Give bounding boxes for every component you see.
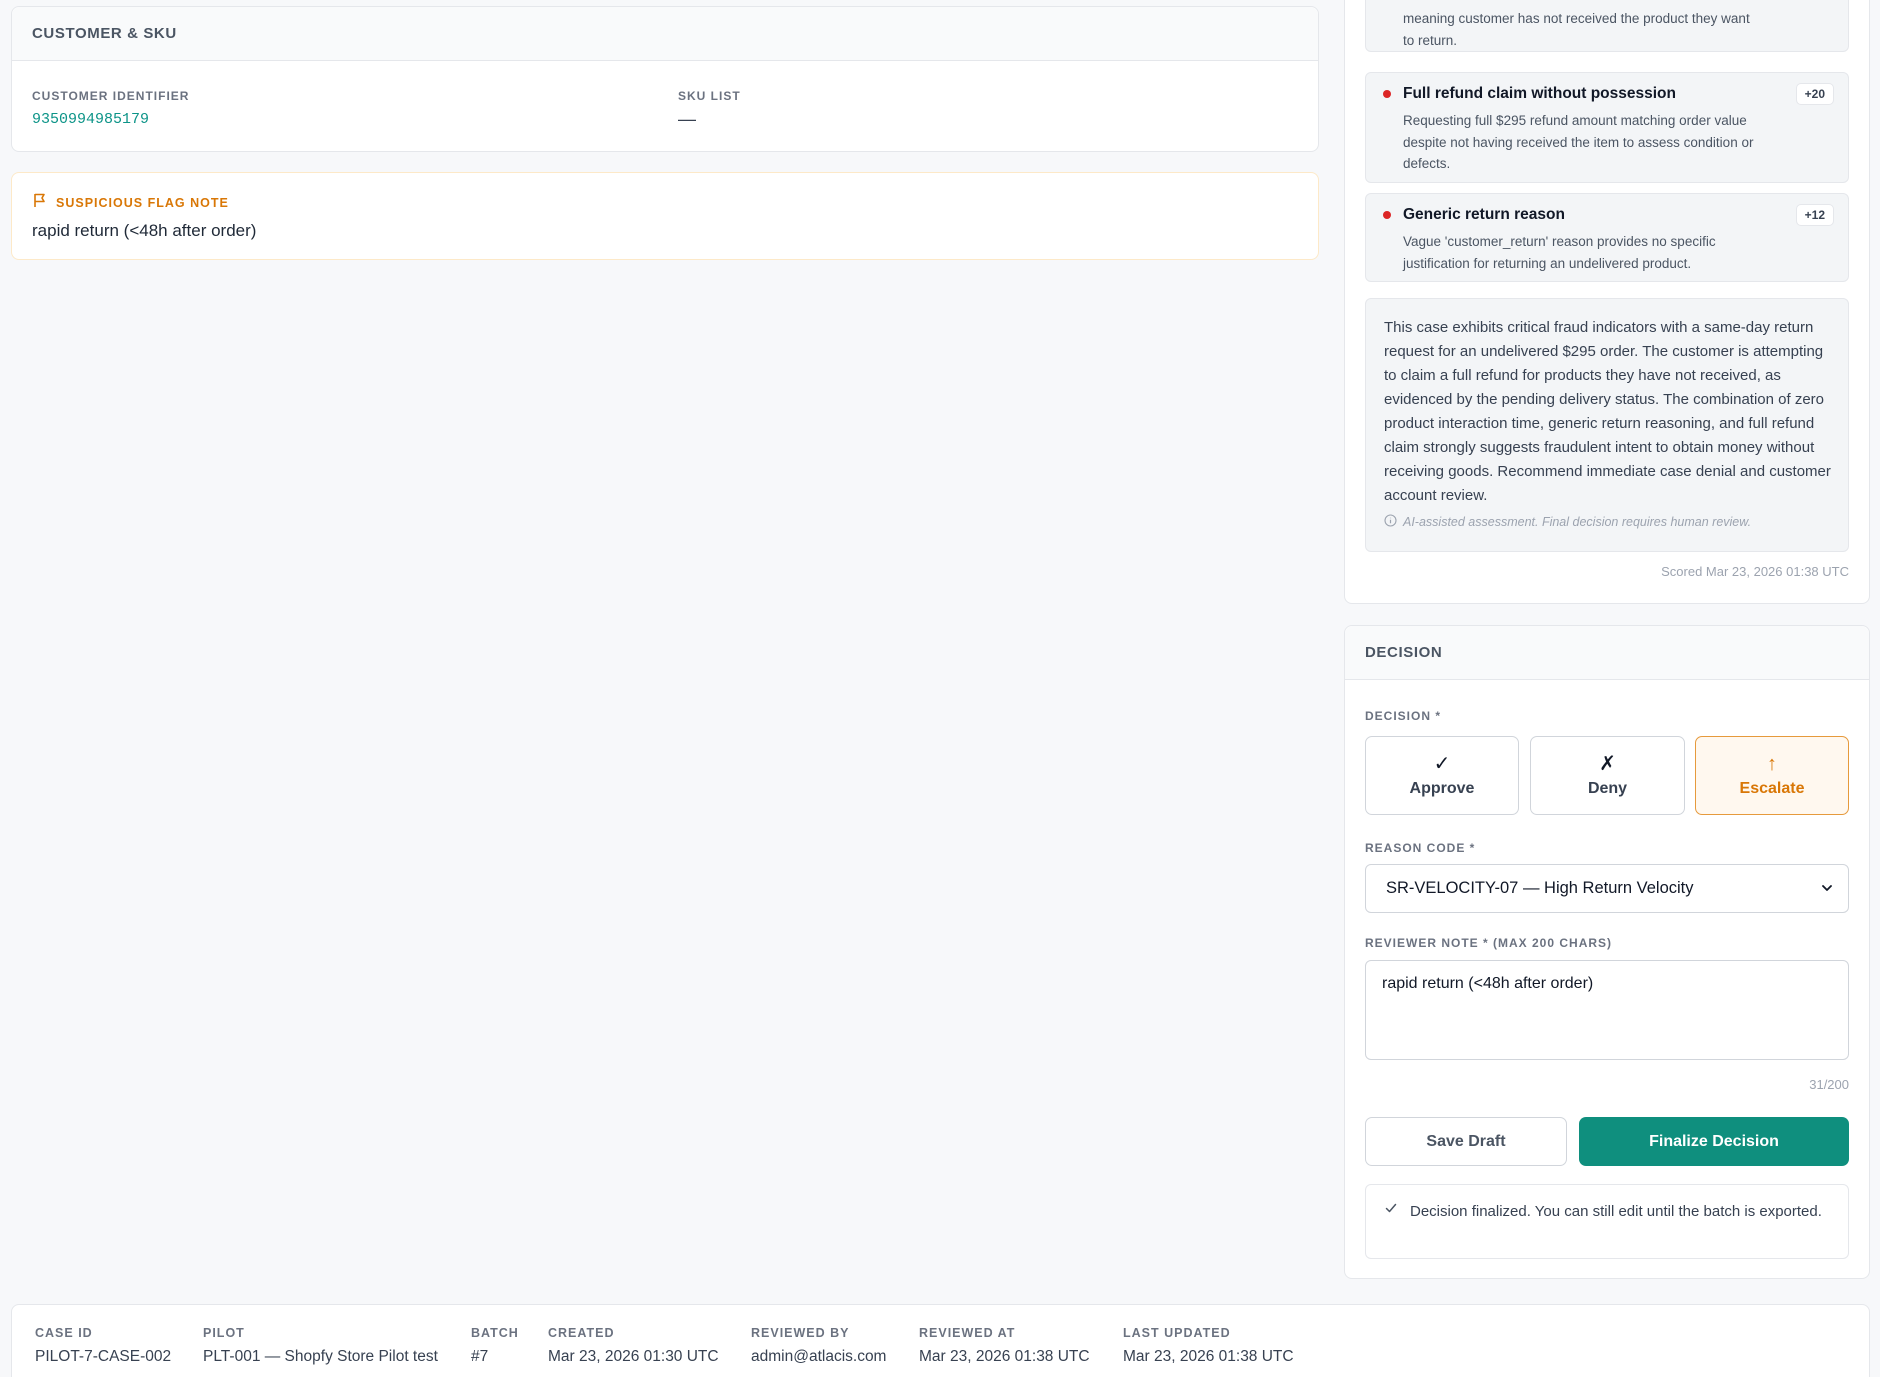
risk-factor-points: +12 [1795,204,1834,226]
customer-sku-card: CUSTOMER & SKU CUSTOMER IDENTIFIER 93509… [11,6,1319,152]
deny-button[interactable]: ✗ Deny [1530,736,1685,815]
meta-case-id-label: CASE ID [35,1326,93,1340]
customer-sku-title: CUSTOMER & SKU [12,7,1318,61]
flag-icon [32,192,48,213]
finalize-decision-button[interactable]: Finalize Decision [1579,1117,1849,1166]
meta-case-id: CASE ID PILOT-7-CASE-002 [35,1326,171,1366]
customer-identifier-value[interactable]: 9350994985179 [32,111,189,128]
approve-button[interactable]: ✓ Approve [1365,736,1519,815]
risk-factor-description: Vague 'customer_return' reason provides … [1403,234,1716,271]
finalized-notice: Decision finalized. You can still edit u… [1365,1184,1849,1259]
decision-label: DECISION * [1365,709,1442,723]
risk-factor-description: Requesting full $295 refund amount match… [1403,113,1754,171]
escalate-label: Escalate [1739,779,1805,797]
suspicious-flag-card: SUSPICIOUS FLAG NOTE rapid return (<48h … [11,172,1319,260]
escalate-button[interactable]: ↑ Escalate [1695,736,1849,815]
meta-reviewed-at-value: Mar 23, 2026 01:38 UTC [919,1348,1090,1365]
reviewer-note-textarea[interactable]: rapid return (<48h after order) [1365,960,1849,1060]
sku-list-label: SKU LIST [678,89,741,103]
customer-identifier-field: CUSTOMER IDENTIFIER 9350994985179 [32,89,189,128]
meta-last-updated: LAST UPDATED Mar 23, 2026 01:38 UTC [1123,1326,1294,1366]
reason-code-value: SR-VELOCITY-07 — High Return Velocity [1386,879,1694,897]
meta-reviewed-at-label: REVIEWED AT [919,1326,1016,1340]
scored-timestamp: Scored Mar 23, 2026 01:38 UTC [1661,564,1849,579]
ai-summary: This case exhibits critical fraud indica… [1365,298,1849,552]
meta-reviewed-by-value: admin@atlacis.com [751,1348,887,1365]
risk-factor-title: Generic return reason [1403,206,1565,223]
check-icon: ✓ [1433,752,1451,775]
meta-reviewed-at: REVIEWED AT Mar 23, 2026 01:38 UTC [919,1326,1090,1366]
meta-reviewed-by: REVIEWED BY admin@atlacis.com [751,1326,886,1366]
approve-label: Approve [1409,779,1475,797]
case-meta-bar: CASE ID PILOT-7-CASE-002 PILOT PLT-001 —… [11,1304,1870,1377]
meta-created-label: CREATED [548,1326,615,1340]
risk-assessment-card: meaning customer has not received the pr… [1344,0,1870,604]
meta-batch-value: #7 [471,1348,489,1365]
deny-label: Deny [1587,779,1628,797]
meta-pilot-value: PLT-001 — Shopfy Store Pilot test [203,1348,438,1365]
severity-dot-icon [1383,211,1391,219]
meta-created-value: Mar 23, 2026 01:30 UTC [548,1348,719,1365]
risk-factor: Generic return reason Vague 'customer_re… [1365,193,1849,282]
meta-pilot: PILOT PLT-001 — Shopfy Store Pilot test [203,1326,438,1366]
cross-icon: ✗ [1599,752,1616,775]
chevron-down-icon [1820,881,1834,900]
ai-disclaimer: AI-assisted assessment. Final decision r… [1403,515,1752,529]
decision-card: DECISION DECISION * ✓ Approve ✗ Deny ↑ E… [1344,625,1870,1279]
meta-last-updated-value: Mar 23, 2026 01:38 UTC [1123,1348,1294,1365]
customer-identifier-label: CUSTOMER IDENTIFIER [32,89,190,103]
sku-list-value: — [678,109,696,129]
ai-summary-text: This case exhibits critical fraud indica… [1384,319,1831,504]
sku-list-field: SKU LIST — [678,89,741,130]
meta-created: CREATED Mar 23, 2026 01:30 UTC [548,1326,719,1366]
flag-note-title: SUSPICIOUS FLAG NOTE [56,195,229,210]
meta-batch: BATCH #7 [471,1326,519,1366]
meta-pilot-label: PILOT [203,1326,245,1340]
char-counter: 31/200 [1809,1077,1849,1092]
risk-factor: Full refund claim without possession Req… [1365,72,1849,183]
reason-code-label: REASON CODE * [1365,841,1476,855]
reason-code-select[interactable]: SR-VELOCITY-07 — High Return Velocity [1365,864,1849,913]
risk-factor-description: meaning customer has not received the pr… [1403,11,1750,48]
flag-note-text: rapid return (<48h after order) [32,221,257,240]
meta-reviewed-by-label: REVIEWED BY [751,1326,850,1340]
check-icon [1384,1201,1398,1220]
reviewer-note-label: REVIEWER NOTE * (MAX 200 CHARS) [1365,936,1613,950]
meta-case-id-value: PILOT-7-CASE-002 [35,1348,172,1365]
meta-batch-label: BATCH [471,1326,519,1340]
arrow-up-icon: ↑ [1767,752,1777,775]
severity-dot-icon [1383,90,1391,98]
risk-factor-points: +20 [1795,83,1834,105]
decision-title: DECISION [1345,626,1869,680]
risk-factor-partial: meaning customer has not received the pr… [1365,0,1849,52]
risk-factor-title: Full refund claim without possession [1403,85,1676,102]
info-icon [1384,514,1397,530]
meta-last-updated-label: LAST UPDATED [1123,1326,1231,1340]
save-draft-button[interactable]: Save Draft [1365,1117,1567,1166]
finalized-notice-text: Decision finalized. You can still edit u… [1410,1203,1822,1220]
